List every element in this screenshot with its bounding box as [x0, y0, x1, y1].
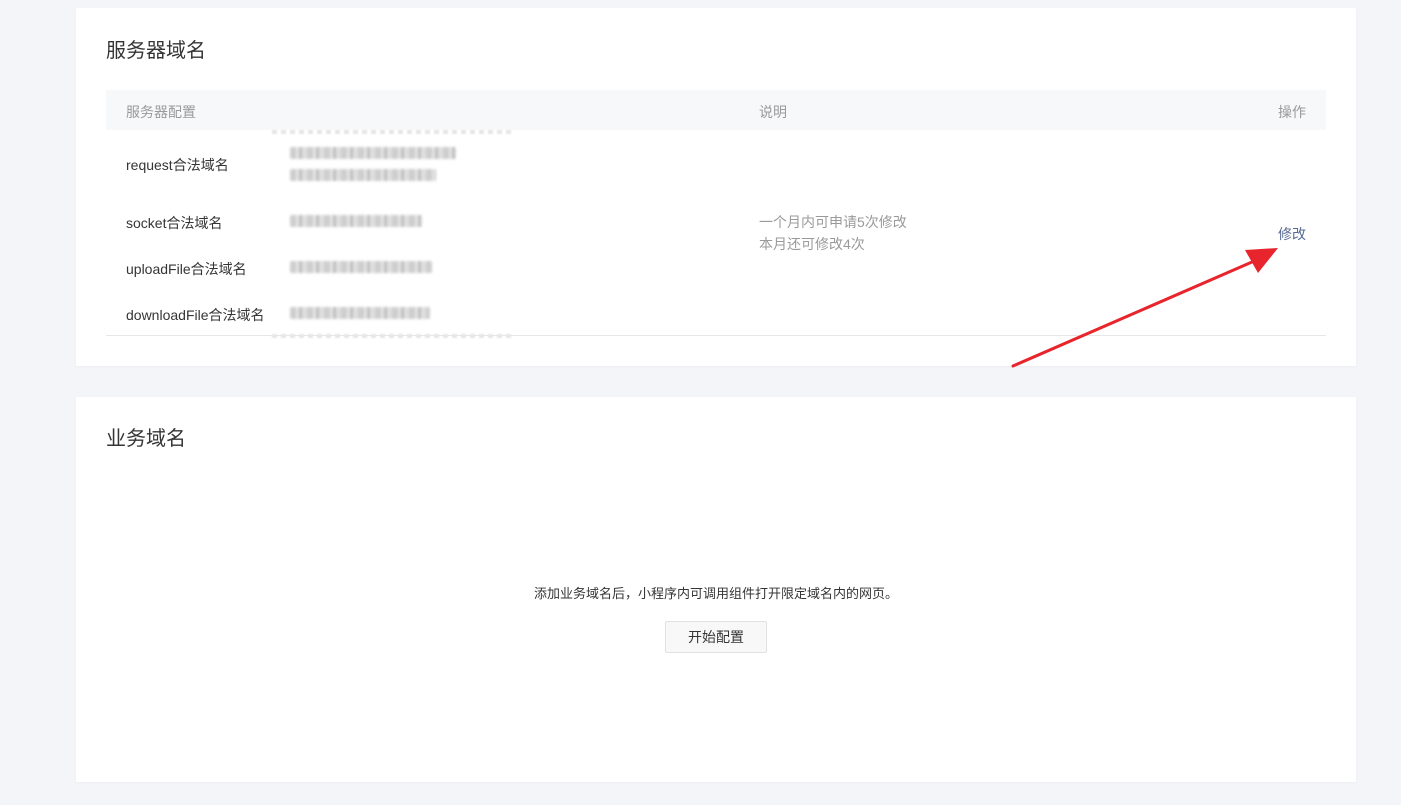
redaction-edge-top: [272, 130, 512, 134]
redacted-downloadfile-domain: [290, 307, 430, 319]
header-operation: 操作: [1278, 104, 1306, 120]
redacted-socket-domain: [290, 215, 422, 227]
redacted-request-domain-1: [290, 147, 456, 159]
downloadfile-domain-label: downloadFile合法域名: [126, 307, 265, 323]
socket-domain-label: socket合法域名: [126, 215, 223, 231]
header-description: 说明: [759, 104, 787, 120]
redacted-request-domain-2: [290, 169, 436, 181]
table-header: 服务器配置 说明 操作: [106, 90, 1326, 130]
redacted-uploadfile-domain: [290, 261, 432, 273]
modify-link[interactable]: 修改: [1278, 224, 1306, 244]
quota-line-2: 本月还可修改4次: [759, 236, 865, 252]
server-domain-title: 服务器域名: [106, 40, 206, 62]
uploadfile-domain-label: uploadFile合法域名: [126, 261, 247, 277]
business-domain-card: 业务域名 添加业务域名后，小程序内可调用组件打开限定域名内的网页。 开始配置: [76, 397, 1356, 782]
business-domain-empty-message: 添加业务域名后，小程序内可调用组件打开限定域名内的网页。: [533, 586, 898, 601]
server-domain-card: 服务器域名 服务器配置 说明 操作 request合法域名 socket合法域名…: [76, 8, 1356, 366]
table-bottom-divider: [106, 335, 1326, 336]
quota-line-1: 一个月内可申请5次修改: [759, 214, 907, 230]
request-domain-label: request合法域名: [126, 157, 229, 173]
business-domain-title: 业务域名: [106, 428, 186, 450]
header-config: 服务器配置: [126, 104, 196, 120]
modify-quota-description: 一个月内可申请5次修改 本月还可修改4次: [759, 211, 907, 255]
start-config-button[interactable]: 开始配置: [665, 621, 767, 653]
